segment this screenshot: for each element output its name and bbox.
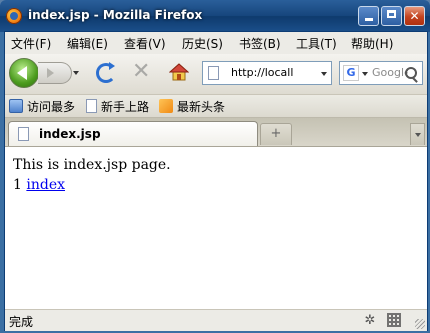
maximize-icon — [387, 10, 396, 18]
url-text[interactable]: http://locall — [231, 66, 315, 79]
title-bar[interactable]: index.jsp - Mozilla Firefox ✕ — [0, 0, 430, 32]
home-icon[interactable] — [169, 62, 189, 82]
link-prefix: 1 — [13, 177, 22, 193]
tab-list-button[interactable] — [410, 123, 425, 145]
new-tab-button[interactable]: + — [260, 123, 292, 145]
menu-history[interactable]: 历史(S) — [182, 35, 223, 52]
search-icon[interactable] — [405, 67, 417, 79]
rss-icon — [159, 99, 173, 113]
url-dropdown-icon[interactable] — [321, 72, 327, 76]
index-link[interactable]: index — [26, 177, 65, 193]
history-dropdown-icon[interactable] — [73, 71, 79, 75]
reload-icon[interactable] — [96, 62, 116, 83]
link-line: 1 index — [13, 177, 65, 193]
search-engine-dropdown-icon[interactable] — [362, 72, 368, 76]
page-icon — [208, 66, 219, 80]
addon-icon[interactable]: ✲ — [362, 313, 378, 329]
tab-bar: index.jsp + — [5, 118, 427, 147]
forward-arrow-icon — [47, 68, 54, 78]
url-bar[interactable]: http://locall — [202, 61, 332, 85]
menu-help[interactable]: 帮助(H) — [351, 35, 393, 52]
status-bar: 完成 ✲ — [5, 309, 427, 331]
forward-button[interactable] — [38, 62, 72, 84]
resize-grip[interactable] — [415, 319, 425, 329]
bookmarks-toolbar: 访问最多 新手上路 最新头条 — [5, 95, 427, 118]
bookmark-most-visited[interactable]: 访问最多 — [27, 98, 75, 115]
search-input[interactable]: Google — [372, 66, 408, 79]
navigation-toolbar: ✕ http://locall G Google — [5, 54, 427, 95]
bookmark-latest-headlines[interactable]: 最新头条 — [177, 98, 225, 115]
most-visited-icon — [9, 99, 23, 113]
menu-edit[interactable]: 编辑(E) — [67, 35, 108, 52]
page-icon — [86, 99, 97, 113]
firefox-icon[interactable] — [6, 8, 22, 24]
chevron-down-icon — [415, 133, 421, 137]
stop-icon[interactable]: ✕ — [132, 61, 150, 83]
menu-view[interactable]: 查看(V) — [124, 35, 166, 52]
google-icon[interactable]: G — [343, 65, 359, 81]
window-title: index.jsp - Mozilla Firefox — [28, 8, 203, 22]
tab-index-jsp[interactable]: index.jsp — [8, 121, 258, 146]
maximize-button[interactable] — [381, 6, 402, 26]
page-content: This is index.jsp page. 1 index — [5, 147, 427, 309]
tab-label: index.jsp — [39, 127, 101, 141]
minimize-icon — [364, 18, 373, 21]
back-button[interactable] — [9, 58, 39, 88]
minimize-button[interactable] — [358, 6, 379, 26]
browser-client: 文件(F) 编辑(E) 查看(V) 历史(S) 书签(B) 工具(T) 帮助(H… — [4, 31, 428, 331]
page-text: This is index.jsp page. — [13, 157, 171, 173]
menu-bookmarks[interactable]: 书签(B) — [239, 35, 281, 52]
bookmark-getting-started[interactable]: 新手上路 — [101, 98, 149, 115]
browser-window: index.jsp - Mozilla Firefox ✕ 文件(F) 编辑(E… — [0, 0, 430, 333]
menu-file[interactable]: 文件(F) — [11, 35, 51, 52]
search-bar[interactable]: G Google — [339, 61, 423, 85]
close-button[interactable]: ✕ — [404, 6, 425, 26]
status-text: 完成 — [9, 315, 34, 329]
page-icon — [18, 127, 29, 141]
grid-icon[interactable] — [387, 313, 401, 327]
back-arrow-icon — [17, 66, 27, 80]
menu-bar: 文件(F) 编辑(E) 查看(V) 历史(S) 书签(B) 工具(T) 帮助(H… — [5, 32, 427, 54]
menu-tools[interactable]: 工具(T) — [296, 35, 337, 52]
close-icon: ✕ — [409, 9, 420, 23]
